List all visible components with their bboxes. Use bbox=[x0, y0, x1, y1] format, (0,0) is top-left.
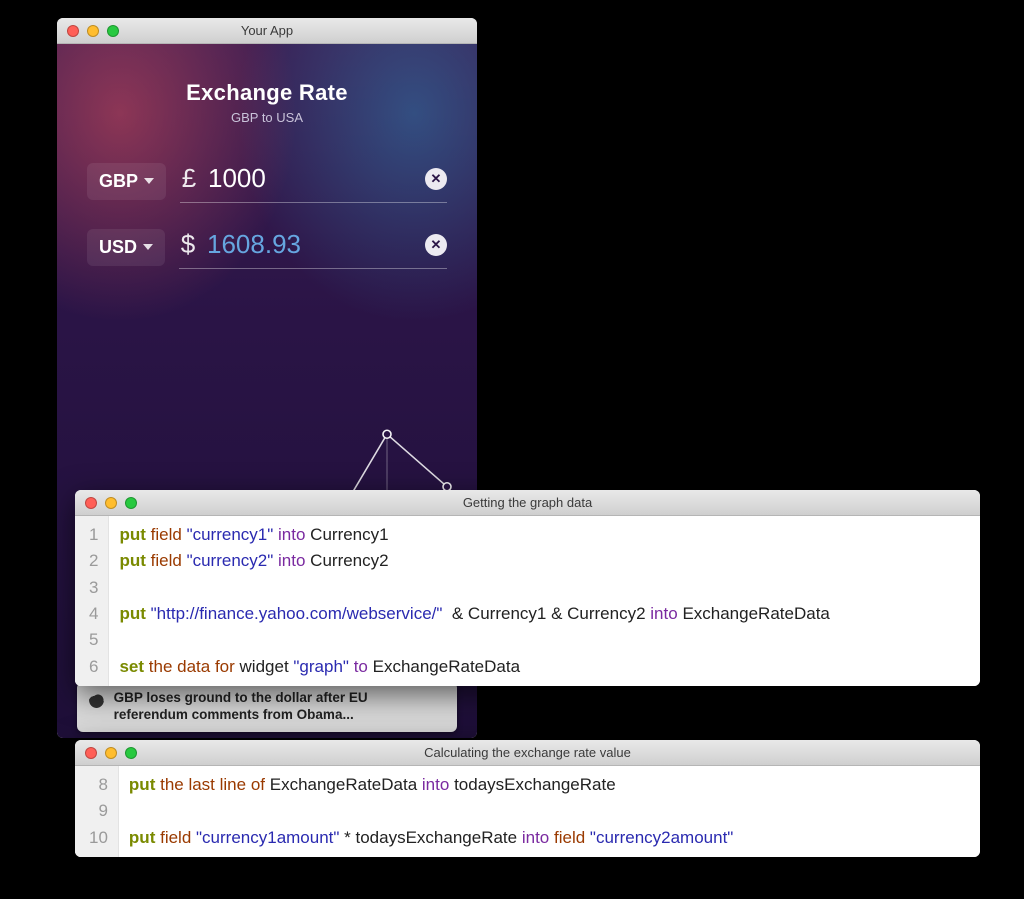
currency-to-select[interactable]: USD bbox=[87, 229, 165, 266]
currency-from-value: 1000 bbox=[208, 163, 415, 194]
currency-to-value: 1608.93 bbox=[207, 229, 415, 260]
code1-body[interactable]: 123456 put field "currency1" into Curren… bbox=[75, 516, 980, 686]
code1-gutter: 123456 bbox=[75, 516, 109, 686]
code2-gutter: 8910 bbox=[75, 766, 119, 857]
header-subtitle: GBP to USA bbox=[57, 110, 477, 125]
zoom-icon[interactable] bbox=[107, 25, 119, 37]
currency-row-to: USD $ 1608.93 ✕ bbox=[87, 225, 447, 269]
traffic-lights bbox=[75, 497, 137, 509]
code2-titlebar[interactable]: Calculating the exchange rate value bbox=[75, 740, 980, 766]
news-text: GBP loses ground to the dollar after EU … bbox=[114, 690, 445, 724]
currency-to-field[interactable]: $ 1608.93 ✕ bbox=[179, 225, 447, 269]
traffic-lights bbox=[57, 25, 119, 37]
minimize-icon[interactable] bbox=[105, 747, 117, 759]
code2-body[interactable]: 8910 put the last line of ExchangeRateDa… bbox=[75, 766, 980, 857]
header-title: Exchange Rate bbox=[57, 80, 477, 106]
close-icon[interactable] bbox=[85, 497, 97, 509]
cloud-icon bbox=[89, 692, 104, 708]
minimize-icon[interactable] bbox=[105, 497, 117, 509]
currency-to-symbol: $ bbox=[179, 229, 197, 260]
currency-row-from: GBP £ 1000 ✕ bbox=[87, 159, 447, 203]
code-window-calc: Calculating the exchange rate value 8910… bbox=[75, 740, 980, 857]
code1-window-title: Getting the graph data bbox=[75, 495, 980, 510]
code1-text[interactable]: put field "currency1" into Currency1put … bbox=[109, 516, 843, 686]
traffic-lights bbox=[75, 747, 137, 759]
zoom-icon[interactable] bbox=[125, 747, 137, 759]
chevron-down-icon bbox=[144, 178, 154, 184]
currency-from-code: GBP bbox=[99, 171, 138, 192]
news-item[interactable]: GBP loses ground to the dollar after EU … bbox=[77, 682, 457, 732]
currency-to-code: USD bbox=[99, 237, 137, 258]
currency-rows: GBP £ 1000 ✕ USD $ 1608.93 ✕ bbox=[57, 159, 477, 269]
currency-from-select[interactable]: GBP bbox=[87, 163, 166, 200]
clear-to-button[interactable]: ✕ bbox=[425, 234, 447, 256]
code-window-graph-data: Getting the graph data 123456 put field … bbox=[75, 490, 980, 686]
chevron-down-icon bbox=[143, 244, 153, 250]
close-icon[interactable] bbox=[85, 747, 97, 759]
currency-from-field[interactable]: £ 1000 ✕ bbox=[180, 159, 447, 203]
code2-text[interactable]: put the last line of ExchangeRateData in… bbox=[119, 766, 747, 857]
app-window-title: Your App bbox=[57, 23, 477, 38]
code1-titlebar[interactable]: Getting the graph data bbox=[75, 490, 980, 516]
currency-from-symbol: £ bbox=[180, 163, 198, 194]
minimize-icon[interactable] bbox=[87, 25, 99, 37]
app-header: Exchange Rate GBP to USA bbox=[57, 44, 477, 125]
clear-from-button[interactable]: ✕ bbox=[425, 168, 447, 190]
app-titlebar[interactable]: Your App bbox=[57, 18, 477, 44]
code2-window-title: Calculating the exchange rate value bbox=[75, 745, 980, 760]
close-icon[interactable] bbox=[67, 25, 79, 37]
zoom-icon[interactable] bbox=[125, 497, 137, 509]
